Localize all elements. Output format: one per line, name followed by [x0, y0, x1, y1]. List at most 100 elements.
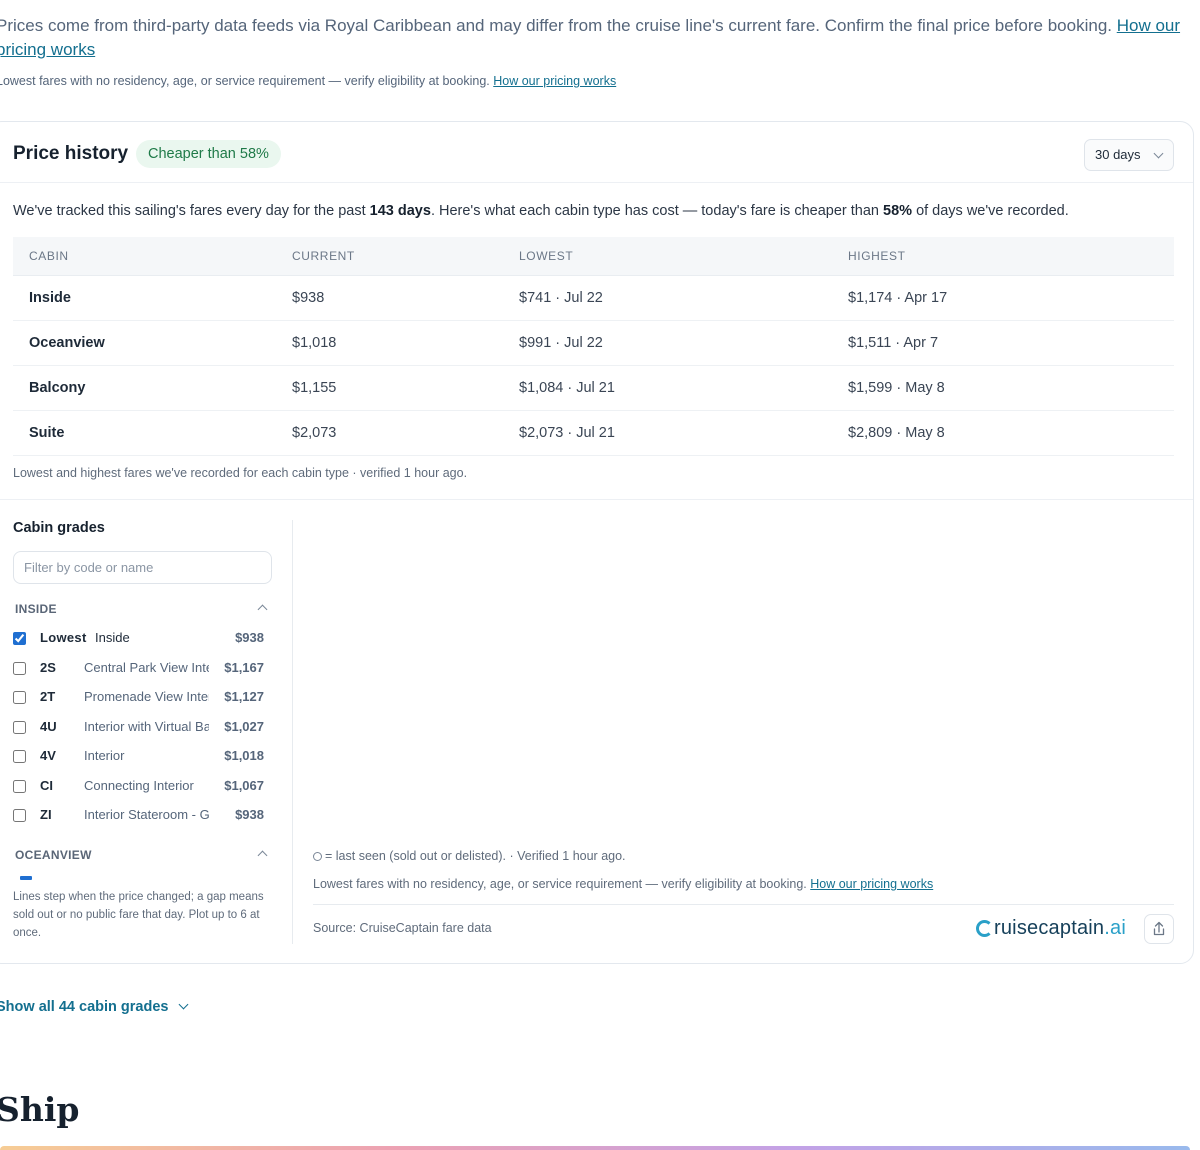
legend-note-text: = last seen (sold out or delisted). · Ve… — [325, 849, 626, 863]
grade-desc: Interior with Virtual Balcony — [84, 718, 209, 734]
grade-desc: Promenade View Interior — [84, 689, 209, 704]
fare-table: CABIN CURRENT LOWEST HIGHEST Inside $938… — [13, 237, 1174, 456]
pricing-link-small[interactable]: How our pricing works — [493, 74, 616, 88]
table-row: Suite $2,073 $2,073 · Jul 21 $2,809 · Ma… — [13, 411, 1174, 456]
list-item[interactable]: 4V Interior $1,018 — [13, 742, 272, 772]
list-item[interactable]: Lowest Inside $938 — [13, 624, 272, 654]
grade-desc: Interior — [84, 748, 125, 763]
highest-fare: $1,599 · May 8 — [848, 380, 945, 396]
chevron-up-icon — [257, 604, 268, 615]
group-toggle-oceanview[interactable]: OCEANVIEW — [15, 846, 270, 866]
grade-price: $1,167 — [224, 659, 264, 675]
chart-disclaimer-text: Lowest fares with no residency, age, or … — [313, 877, 807, 891]
grade-price: $938 — [235, 807, 264, 822]
current-fare: $938 — [292, 290, 325, 306]
price-history-card: Price history Cheaper than 58% 30 days W… — [0, 121, 1194, 964]
divider — [313, 904, 1174, 905]
show-all-label: Show all 44 cabin grades — [0, 999, 169, 1015]
grades-footnote: Lines step when the price changed; a gap… — [13, 891, 264, 939]
grade-checkbox[interactable] — [13, 779, 26, 793]
chart-legend-note: = last seen (sold out or delisted). · Ve… — [313, 849, 626, 863]
grade-price: $1,067 — [224, 777, 264, 793]
table-row: Balcony $1,155 $1,084 · Jul 21 $1,599 · … — [13, 366, 1174, 411]
highest-fare: $1,174 · Apr 17 — [848, 290, 948, 306]
show-all-grades-button[interactable]: Show all 44 cabin grades — [0, 999, 189, 1015]
tracked-suffix: of days we've recorded. — [916, 203, 1069, 219]
range-select-value: 30 days — [1095, 147, 1141, 162]
grade-price: $1,127 — [224, 689, 264, 704]
grade-code: 2T — [40, 689, 56, 704]
grade-code: 4V — [40, 748, 56, 763]
grade-filter-input[interactable] — [13, 551, 272, 584]
share-button[interactable] — [1144, 914, 1174, 944]
pricing-disclaimer-text: Prices come from third-party data feeds … — [0, 16, 1112, 35]
cheaper-badge: Cheaper than 58% — [136, 140, 281, 168]
column-header-current: CURRENT — [292, 249, 355, 263]
column-header-highest: HIGHEST — [848, 249, 906, 263]
group-name: OCEANVIEW — [15, 848, 92, 862]
list-item[interactable]: ZI Interior Stateroom - Guarantee $938 — [13, 801, 272, 831]
highest-fare: $1,511 · Apr 7 — [848, 335, 939, 351]
range-select[interactable]: 30 days — [1084, 139, 1174, 171]
cabin-name: Oceanview — [29, 335, 105, 351]
grade-code: CI — [40, 777, 53, 793]
brand-c-icon — [976, 919, 993, 937]
grade-list: Lowest Inside $938 2S Central Park View … — [13, 624, 272, 831]
grade-desc: Inside — [95, 630, 130, 645]
brand-logo: ruisecaptain .ai — [976, 914, 1126, 942]
price-chart-area — [312, 520, 1174, 840]
price-history-header: Price history Cheaper than 58% 30 days — [0, 122, 1193, 183]
pricing-link-chart[interactable]: How our pricing works — [810, 877, 933, 891]
cabin-name: Suite — [29, 425, 65, 441]
panel-divider — [292, 520, 293, 944]
share-icon — [1153, 921, 1165, 936]
price-history-title: Price history — [13, 143, 129, 164]
group-toggle-inside[interactable]: INSIDE — [15, 600, 270, 620]
grade-checkbox[interactable] — [13, 691, 26, 704]
fare-table-header: CABIN CURRENT LOWEST HIGHEST — [13, 237, 1174, 276]
eligibility-text: Lowest fares with no residency, age, or … — [0, 74, 490, 88]
grade-desc: Central Park View Interior — [84, 659, 209, 675]
lowest-fare: $1,084 · Jul 21 — [519, 380, 615, 396]
list-item[interactable]: 2S Central Park View Interior $1,167 — [13, 654, 272, 684]
group-name: INSIDE — [15, 602, 57, 616]
grade-price: $1,018 — [224, 748, 264, 763]
grade-price: $938 — [235, 630, 264, 645]
lowest-fare: $741 · Jul 22 — [519, 290, 603, 306]
chevron-down-icon — [179, 999, 189, 1010]
brand-tld: .ai — [1104, 916, 1126, 939]
tracked-days: 143 days — [369, 203, 431, 219]
grade-checkbox[interactable] — [13, 750, 26, 763]
grade-code: 2S — [40, 659, 56, 675]
grade-code: ZI — [40, 807, 52, 822]
column-header-cabin: CABIN — [29, 249, 69, 263]
list-item[interactable]: 2T Promenade View Interior $1,127 — [13, 683, 272, 713]
tracked-prefix: We've tracked this sailing's fares every… — [13, 203, 366, 219]
grade-checkbox[interactable] — [13, 661, 26, 675]
list-item[interactable]: 4U Interior with Virtual Balcony $1,027 — [13, 713, 272, 743]
oceanview-checkbox-peek — [20, 876, 32, 880]
current-fare: $1,155 — [292, 380, 337, 396]
highest-fare: $2,809 · May 8 — [848, 425, 945, 441]
tracked-middle: . Here's what each cabin type has cost —… — [430, 203, 879, 219]
cabin-grades-panel: Cabin grades INSIDE Lowest Inside $938 2… — [13, 520, 272, 944]
list-item[interactable]: CI Connecting Interior $1,067 — [13, 772, 272, 802]
grade-checkbox[interactable] — [13, 632, 26, 645]
column-header-lowest: LOWEST — [519, 249, 574, 263]
pricing-disclaimer: Prices come from third-party data feeds … — [0, 14, 1186, 62]
ship-section-heading: Ship — [0, 1090, 80, 1129]
chevron-down-icon — [1153, 148, 1164, 159]
grade-checkbox[interactable] — [13, 809, 26, 822]
divider — [0, 499, 1193, 500]
table-row: Oceanview $1,018 $991 · Jul 22 $1,511 · … — [13, 321, 1174, 366]
source-note: Source: CruiseCaptain fare data — [313, 921, 492, 935]
grade-checkbox[interactable] — [13, 720, 26, 734]
brand-name: ruisecaptain — [994, 916, 1105, 939]
tracked-summary: We've tracked this sailing's fares every… — [13, 203, 1069, 219]
current-fare: $2,073 — [292, 425, 337, 441]
lowest-fare: $991 · Jul 22 — [519, 335, 603, 351]
ship-banner-edge — [0, 1146, 1190, 1150]
last-seen-marker-icon — [313, 852, 322, 861]
eligibility-disclaimer: Lowest fares with no residency, age, or … — [0, 74, 616, 88]
lowest-fare: $2,073 · Jul 21 — [519, 425, 615, 441]
